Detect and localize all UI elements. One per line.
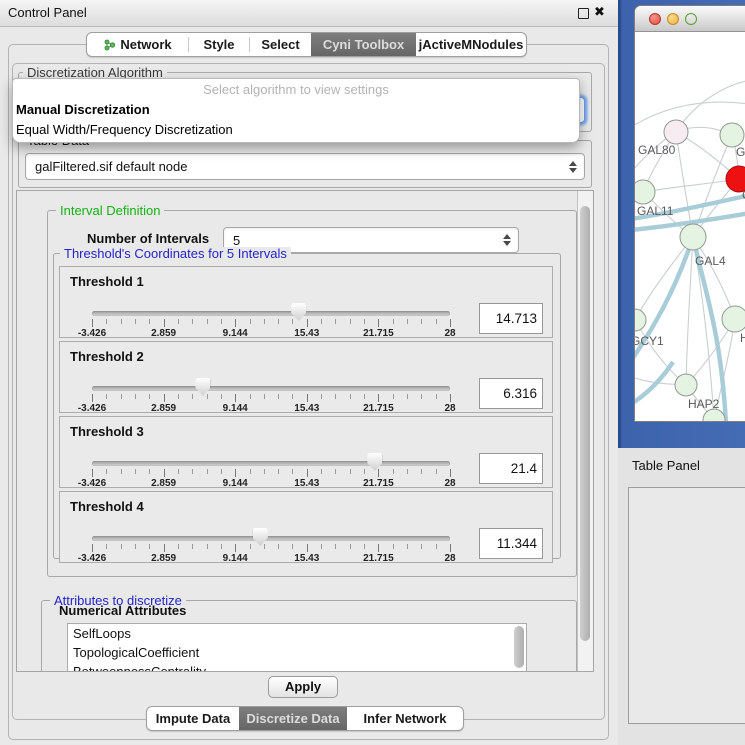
tab-jactivemnodules[interactable]: jActiveMNodules — [416, 33, 526, 56]
table-data-combobox[interactable]: galFiltered.sif default node — [25, 153, 585, 180]
threshold-label: Threshold 3 — [70, 424, 144, 439]
slider-tick-labels: -3.4262.8599.14415.4321.71528 — [92, 328, 450, 340]
attribute-list-item[interactable]: BetweennessCentrality — [68, 662, 526, 672]
table-panel-title: Table Panel — [632, 458, 700, 473]
dropdown-option-manual-discretization[interactable]: Manual Discretization — [13, 100, 579, 120]
settings-scrollbar-thumb[interactable] — [580, 206, 590, 641]
dropdown-prompt: Select algorithm to view settings — [13, 79, 579, 100]
network-canvas[interactable]: GAL80GACGAL11GAL4GCY1HHAP2 — [635, 32, 745, 421]
combo-stepper-icon — [503, 234, 511, 246]
slider-tick-labels: -3.4262.8599.14415.4321.71528 — [92, 553, 450, 565]
cytoscape-window: Control Panel ✖ Network Style — [0, 0, 745, 745]
interval-definition-title: Interval Definition — [56, 204, 164, 218]
network-node-label: GAL4 — [695, 254, 726, 268]
network-node-h[interactable] — [722, 306, 745, 332]
network-node-label: GCY1 — [635, 334, 664, 348]
network-edge-thick[interactable] — [635, 362, 673, 404]
threshold-label: Threshold 1 — [70, 274, 144, 289]
float-panel-icon[interactable] — [578, 8, 589, 19]
threshold-label: Threshold 4 — [70, 499, 144, 514]
tab-infer-network[interactable]: Infer Network — [347, 707, 463, 730]
network-graph: GAL80GACGAL11GAL4GCY1HHAP2 — [635, 32, 745, 421]
close-panel-icon[interactable]: ✖ — [594, 4, 605, 20]
slider-ticks — [92, 469, 450, 478]
number-of-intervals-label: Number of Intervals — [87, 231, 209, 246]
network-edge[interactable] — [643, 179, 739, 192]
slider-ticks — [92, 394, 450, 403]
close-window-icon[interactable] — [649, 13, 661, 25]
network-node-gal80[interactable] — [664, 120, 688, 144]
zoom-window-icon[interactable] — [685, 13, 697, 25]
slider-tick-labels: -3.4262.8599.14415.4321.71528 — [92, 403, 450, 415]
attributes-list-scrollbar[interactable] — [514, 626, 524, 668]
tab-cyni-toolbox[interactable]: Cyni Toolbox — [311, 33, 416, 56]
panel-title: Control Panel — [8, 5, 87, 20]
threshold-panel-1: Threshold 1 -3.4262.8599.14415.4321.71528… — [59, 266, 553, 338]
tab-impute-data[interactable]: Impute Data — [147, 707, 239, 730]
network-node-label: GAL80 — [638, 143, 676, 157]
threshold-value-field[interactable]: 14.713 — [479, 303, 543, 334]
algorithm-dropdown-popup: Select algorithm to view settings Manual… — [12, 78, 580, 143]
threshold-value-field[interactable]: 21.4 — [479, 453, 543, 484]
minimize-window-icon[interactable] — [667, 13, 679, 25]
table-panel-body: ⚙ ✓ ✓ shared... na YDL19...YDL1YDR27...Y… — [628, 487, 745, 724]
network-node-label: GA — [736, 145, 745, 159]
attribute-list-item[interactable]: TopologicalCoefficient — [68, 643, 526, 662]
bottom-tab-bar: Impute Data Discretize Data Infer Networ… — [146, 706, 464, 731]
network-node-hap2[interactable] — [675, 374, 697, 396]
control-panel: Control Panel ✖ Network Style — [0, 0, 618, 745]
threshold-panel-4: Threshold 4 -3.4262.8599.14415.4321.71528… — [59, 491, 553, 563]
right-region: GAL80GACGAL11GAL4GCY1HHAP2 Table Panel ⚙… — [618, 0, 745, 745]
slider-tick-labels: -3.4262.8599.14415.4321.71528 — [92, 478, 450, 490]
threshold-panel-2: Threshold 2 -3.4262.8599.14415.4321.71528… — [59, 341, 553, 413]
network-view-window: GAL80GACGAL11GAL4GCY1HHAP2 — [634, 5, 745, 422]
attribute-list-item[interactable]: SelfLoops — [68, 624, 526, 643]
network-node-gal11[interactable] — [635, 180, 655, 204]
network-node-ga[interactable] — [720, 123, 744, 147]
threshold-value-field[interactable]: 6.316 — [479, 378, 543, 409]
tab-network-label: Network — [120, 37, 171, 52]
network-node-label: H — [740, 331, 745, 345]
threshold-value-field[interactable]: 11.344 — [479, 528, 543, 559]
tab-discretize-data[interactable]: Discretize Data — [239, 707, 347, 730]
network-icon — [103, 38, 116, 51]
network-desktop: GAL80GACGAL11GAL4GCY1HHAP2 — [618, 0, 745, 448]
settings-vertical-scrollbar[interactable] — [577, 191, 593, 671]
network-node-gal4[interactable] — [680, 224, 706, 250]
slider-ticks — [92, 544, 450, 553]
table-data-group: Table Data galFiltered.sif default node — [18, 140, 592, 188]
network-node-gcy1[interactable] — [635, 309, 646, 331]
top-tab-bar: Network Style Select Cyni Toolbox jActiv… — [86, 32, 527, 57]
slider-track[interactable] — [92, 386, 450, 391]
network-window-titlebar — [635, 6, 745, 32]
settings-scroll-area: Interval Definition Number of Intervals … — [16, 190, 594, 672]
dropdown-option-equal-width-frequency[interactable]: Equal Width/Frequency Discretization — [13, 120, 579, 140]
numerical-attributes-label: Numerical Attributes — [59, 603, 186, 618]
slider-track[interactable] — [92, 536, 450, 541]
table-data-value: galFiltered.sif default node — [35, 159, 187, 174]
network-node-label: GAL11 — [637, 204, 674, 218]
threshold-label: Threshold 2 — [70, 349, 144, 364]
threshold-panel-3: Threshold 3 -3.4262.8599.14415.4321.71528… — [59, 416, 553, 488]
apply-button[interactable]: Apply — [268, 676, 338, 698]
tab-select[interactable]: Select — [250, 33, 311, 56]
slider-track[interactable] — [92, 311, 450, 316]
tab-style[interactable]: Style — [189, 33, 249, 56]
tab-network[interactable]: Network — [87, 33, 188, 56]
control-panel-titlebar: Control Panel ✖ — [0, 0, 618, 27]
slider-track[interactable] — [92, 461, 450, 466]
numerical-attributes-list[interactable]: SelfLoopsTopologicalCoefficientBetweenne… — [67, 623, 527, 672]
combo-stepper-icon — [569, 161, 577, 173]
slider-ticks — [92, 319, 450, 328]
thresholds-group-title: Threshold's Coordinates for 5 Intervals — [60, 247, 291, 261]
